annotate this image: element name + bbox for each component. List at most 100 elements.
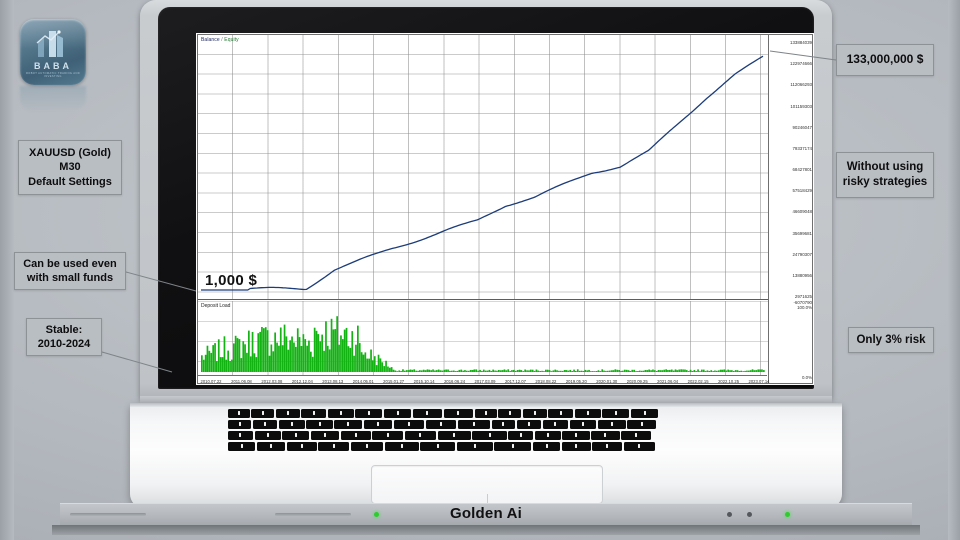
keyboard-key[interactable] — [228, 442, 256, 451]
keyboard-key[interactable] — [542, 420, 569, 429]
logo-reflection — [20, 86, 86, 112]
trackpad[interactable] — [371, 465, 603, 504]
keyboard-key[interactable] — [598, 420, 626, 429]
key-glyph — [582, 422, 585, 426]
key-glyph — [559, 411, 562, 415]
power-led-left — [374, 512, 379, 517]
keyboard-key[interactable] — [498, 409, 522, 418]
keyboard-row — [228, 431, 744, 441]
keyboard-key[interactable] — [372, 431, 403, 440]
key-glyph — [266, 433, 269, 437]
keyboard-row — [228, 409, 744, 419]
keyboard-key[interactable] — [623, 442, 655, 451]
keyboard-key[interactable] — [318, 442, 350, 451]
keyboard-key[interactable] — [287, 442, 317, 451]
baba-logo: BABA ROBOT AUTOMATIC TRADING AND INVESTI… — [20, 19, 86, 85]
keyboard-key[interactable] — [533, 442, 561, 451]
keyboard-key[interactable] — [253, 420, 278, 429]
keyboard-key[interactable] — [254, 431, 281, 440]
callout-norisk-line1: Without using — [846, 161, 924, 174]
keyboard-key[interactable] — [574, 409, 601, 418]
keyboard-key[interactable] — [494, 442, 532, 451]
keyboard-key[interactable] — [425, 420, 457, 429]
keyboard-key[interactable] — [228, 409, 250, 418]
logo-bars-icon — [36, 30, 63, 57]
keyboard-key[interactable] — [508, 431, 534, 440]
key-glyph — [332, 444, 335, 448]
keyboard-key[interactable] — [351, 442, 384, 451]
keyboard-key[interactable] — [282, 431, 310, 440]
keyboard-key[interactable] — [516, 420, 542, 429]
keyboard-key[interactable] — [630, 409, 659, 418]
keyboard-key[interactable] — [456, 442, 493, 451]
keyboard-key[interactable] — [458, 420, 490, 429]
key-glyph — [488, 433, 491, 437]
key-glyph — [575, 444, 578, 448]
keyboard[interactable] — [228, 409, 744, 457]
keyboard-key[interactable] — [279, 420, 305, 429]
keyboard-key[interactable] — [385, 442, 419, 451]
keyboard-key[interactable] — [413, 409, 442, 418]
chart-frame — [197, 34, 813, 384]
keyboard-key[interactable] — [591, 431, 620, 440]
key-glyph — [264, 422, 267, 426]
keyboard-key[interactable] — [420, 442, 455, 451]
key-glyph — [554, 422, 557, 426]
keyboard-key[interactable] — [404, 431, 437, 440]
key-glyph — [339, 411, 342, 415]
keyboard-key[interactable] — [569, 420, 597, 429]
keyboard-key[interactable] — [228, 420, 252, 429]
keyboard-key[interactable] — [275, 409, 300, 418]
desk-slot-mid — [275, 513, 351, 516]
keyboard-key[interactable] — [472, 431, 507, 440]
keyboard-key[interactable] — [592, 442, 622, 451]
keyboard-key[interactable] — [341, 431, 371, 440]
callout-funds-line2: with small funds — [26, 272, 114, 284]
callout-stable-line2: 2010-2024 — [37, 338, 91, 350]
keyboard-key[interactable] — [256, 442, 286, 451]
key-glyph — [286, 411, 289, 415]
keyboard-key[interactable] — [251, 409, 275, 418]
key-glyph — [396, 411, 399, 415]
keyboard-key[interactable] — [327, 409, 354, 418]
key-glyph — [640, 422, 643, 426]
keyboard-row — [228, 442, 744, 452]
keyboard-key[interactable] — [562, 442, 591, 451]
keyboard-key[interactable] — [534, 431, 561, 440]
keyboard-key[interactable] — [437, 431, 471, 440]
callout-stable-line1: Stable: — [45, 323, 83, 336]
logo-wordmark: BABA — [34, 61, 72, 71]
laptop-mockup: Balance / Equity 1,000 $ Deposit Load 13… — [52, 0, 920, 540]
keyboard-key[interactable] — [621, 431, 651, 440]
keyboard-key[interactable] — [334, 420, 363, 429]
key-glyph — [519, 433, 522, 437]
keyboard-key[interactable] — [491, 420, 515, 429]
key-glyph — [238, 422, 241, 426]
keyboard-key[interactable] — [301, 409, 327, 418]
key-glyph — [386, 433, 389, 437]
key-glyph — [484, 411, 487, 415]
keyboard-key[interactable] — [363, 420, 393, 429]
keyboard-key[interactable] — [383, 409, 412, 418]
key-glyph — [586, 411, 589, 415]
key-glyph — [290, 422, 293, 426]
keyboard-key[interactable] — [355, 409, 383, 418]
callout-final-balance: 133,000,000 $ — [836, 44, 934, 76]
keyboard-key[interactable] — [306, 420, 333, 429]
keyboard-key[interactable] — [522, 409, 547, 418]
keyboard-key[interactable] — [394, 420, 424, 429]
keyboard-key[interactable] — [602, 409, 629, 418]
keyboard-row — [228, 420, 744, 430]
keyboard-key[interactable] — [443, 409, 474, 418]
keyboard-key[interactable] — [311, 431, 340, 440]
key-glyph — [643, 411, 646, 415]
key-glyph — [610, 422, 613, 426]
keyboard-key[interactable] — [228, 431, 253, 440]
keyboard-key[interactable] — [548, 409, 574, 418]
keyboard-key[interactable] — [627, 420, 657, 429]
screen: Balance / Equity 1,000 $ Deposit Load 13… — [196, 33, 814, 385]
status-led-1 — [727, 512, 732, 517]
key-glyph — [614, 411, 617, 415]
keyboard-key[interactable] — [474, 409, 497, 418]
keyboard-key[interactable] — [562, 431, 590, 440]
